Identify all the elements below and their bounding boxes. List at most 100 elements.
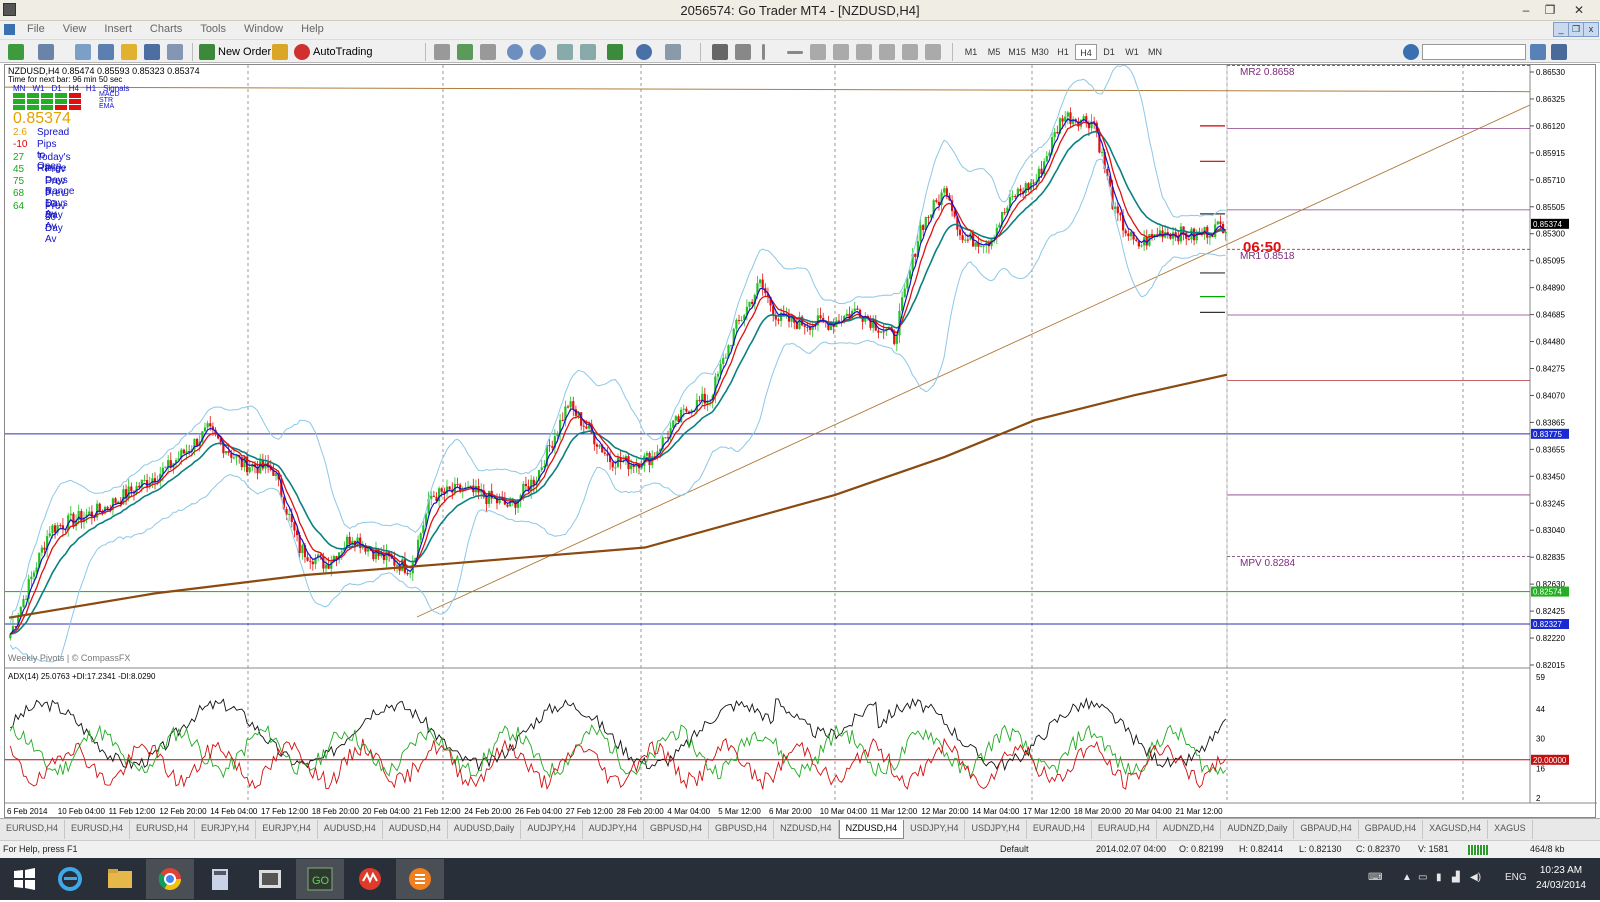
timeframe-m30[interactable]: M30 (1029, 44, 1051, 60)
taskbar-calculator[interactable] (196, 859, 244, 899)
taskbar-gotrader[interactable]: GO (296, 859, 344, 899)
new-order-button[interactable]: New Order (218, 43, 271, 61)
arrows-icon[interactable] (925, 44, 941, 60)
chart-tab[interactable]: AUDNZD,Daily (1221, 820, 1295, 839)
chart-tab[interactable]: NZDUSD,H4 (774, 820, 839, 839)
search-icon[interactable] (1530, 44, 1546, 60)
restore-button[interactable]: ❐ (1541, 2, 1559, 18)
menu-window[interactable]: Window (235, 21, 292, 37)
navigator-icon[interactable] (121, 44, 137, 60)
taskbar-ie[interactable] (46, 859, 94, 899)
chart-tab[interactable]: AUDUSD,Daily (448, 820, 522, 839)
data-window-icon[interactable] (98, 44, 114, 60)
chart-window[interactable]: 0.86530 0.86325 0.86120 0.85915 0.85710 0.855… (4, 64, 1597, 819)
settings-gear-icon[interactable] (1403, 44, 1419, 60)
minimize-button[interactable]: – (1517, 2, 1535, 18)
taskbar-film[interactable] (246, 859, 294, 899)
volume-icon[interactable]: ◀) (1470, 872, 1481, 883)
text-icon[interactable] (879, 44, 895, 60)
periods-icon[interactable] (636, 44, 652, 60)
mdi-restore-button[interactable]: ❐ (1568, 22, 1584, 37)
autotrading-button[interactable]: AutoTrading (313, 43, 373, 61)
taskbar-explorer[interactable] (96, 859, 144, 899)
chart-shift-icon[interactable] (557, 44, 573, 60)
cursor-icon[interactable] (712, 44, 728, 60)
channel-icon[interactable] (833, 44, 849, 60)
price-chart[interactable]: 0.86530 0.86325 0.86120 0.85915 0.85710 0.855… (5, 65, 1597, 819)
chart-tab[interactable]: GBPAUD,H4 (1294, 820, 1359, 839)
menu-charts[interactable]: Charts (141, 21, 191, 37)
timeframe-h1[interactable]: H1 (1052, 44, 1074, 60)
network-icon[interactable]: ▟ (1452, 872, 1460, 883)
chart-tab[interactable]: EURUSD,H4 (65, 820, 131, 839)
menu-file[interactable]: File (18, 21, 54, 37)
menu-tools[interactable]: Tools (191, 21, 235, 37)
strategy-tester-icon[interactable] (167, 44, 183, 60)
system-clock[interactable]: 10:23 AM 24/03/2014 (1536, 863, 1586, 893)
chart-tab[interactable]: GBPUSD,H4 (644, 820, 710, 839)
show-hidden-icons-icon[interactable]: ▲ (1402, 872, 1412, 883)
chart-tab[interactable]: AUDUSD,H4 (383, 820, 448, 839)
timeframe-mn[interactable]: MN (1144, 44, 1166, 60)
profiles-icon[interactable] (38, 44, 54, 60)
menu-help[interactable]: Help (292, 21, 333, 37)
chart-tab[interactable]: AUDJPY,H4 (583, 820, 645, 839)
document-icon[interactable] (4, 24, 15, 35)
chart-tab[interactable]: EURAUD,H4 (1092, 820, 1157, 839)
timeframe-h4[interactable]: H4 (1075, 44, 1097, 60)
trendline-icon[interactable] (810, 44, 826, 60)
keyboard-icon[interactable]: ⌨ (1368, 872, 1382, 883)
templates-icon[interactable] (665, 44, 681, 60)
search-input[interactable] (1422, 44, 1526, 60)
timeframe-d1[interactable]: D1 (1098, 44, 1120, 60)
line-chart-icon[interactable] (480, 44, 496, 60)
start-button[interactable] (0, 859, 48, 899)
action-center-icon[interactable]: ▭ (1418, 872, 1427, 883)
new-chart-icon[interactable] (8, 44, 24, 60)
chart-tab[interactable]: AUDNZD,H4 (1157, 820, 1222, 839)
vertical-line-icon[interactable] (762, 44, 765, 60)
zoom-in-icon[interactable] (507, 44, 523, 60)
chart-tab[interactable]: NZDUSD,H4 (838, 820, 905, 839)
timeframe-w1[interactable]: W1 (1121, 44, 1143, 60)
indicators-icon[interactable] (607, 44, 623, 60)
terminal-window-icon[interactable] (1551, 44, 1567, 60)
menu-insert[interactable]: Insert (95, 21, 141, 37)
chart-tab[interactable]: EURAUD,H4 (1027, 820, 1092, 839)
chart-tab[interactable]: XAGUSD,H4 (1423, 820, 1489, 839)
mdi-minimize-button[interactable]: _ (1553, 22, 1569, 37)
market-watch-icon[interactable] (75, 44, 91, 60)
zoom-out-icon[interactable] (530, 44, 546, 60)
timeframe-m1[interactable]: M1 (960, 44, 982, 60)
menu-view[interactable]: View (54, 21, 96, 37)
taskbar-app-red[interactable] (346, 859, 394, 899)
mdi-close-button[interactable]: x (1583, 22, 1599, 37)
language-indicator[interactable]: ENG (1505, 872, 1527, 883)
timeframe-m15[interactable]: M15 (1006, 44, 1028, 60)
battery-icon[interactable]: ▮ (1436, 872, 1442, 883)
chart-tab[interactable]: GBPUSD,H4 (709, 820, 775, 839)
horizontal-line-icon[interactable] (787, 51, 803, 54)
chart-tab[interactable]: EURUSD,H4 (0, 820, 66, 839)
bar-chart-icon[interactable] (434, 44, 450, 60)
terminal-icon[interactable] (144, 44, 160, 60)
close-button[interactable]: ✕ (1570, 2, 1588, 18)
chart-tab[interactable]: AUDUSD,H4 (318, 820, 383, 839)
chart-tab[interactable]: GBPAUD,H4 (1359, 820, 1424, 839)
meta-editor-icon[interactable] (272, 44, 288, 60)
taskbar-app-orange[interactable] (396, 859, 444, 899)
chart-tab[interactable]: EURUSD,H4 (130, 820, 196, 839)
chart-tab[interactable]: AUDJPY,H4 (521, 820, 583, 839)
chart-tab[interactable]: XAGUS (1488, 820, 1533, 839)
candlestick-icon[interactable] (457, 44, 473, 60)
chart-tab[interactable]: EURJPY,H4 (195, 820, 257, 839)
chart-tab[interactable]: EURJPY,H4 (256, 820, 318, 839)
fibonacci-icon[interactable] (856, 44, 872, 60)
text-label-icon[interactable] (902, 44, 918, 60)
autoscroll-icon[interactable] (580, 44, 596, 60)
taskbar-chrome[interactable] (146, 859, 194, 899)
timeframe-m5[interactable]: M5 (983, 44, 1005, 60)
chart-tab[interactable]: USDJPY,H4 (965, 820, 1027, 839)
crosshair-icon[interactable] (735, 44, 751, 60)
chart-tab[interactable]: USDJPY,H4 (904, 820, 966, 839)
